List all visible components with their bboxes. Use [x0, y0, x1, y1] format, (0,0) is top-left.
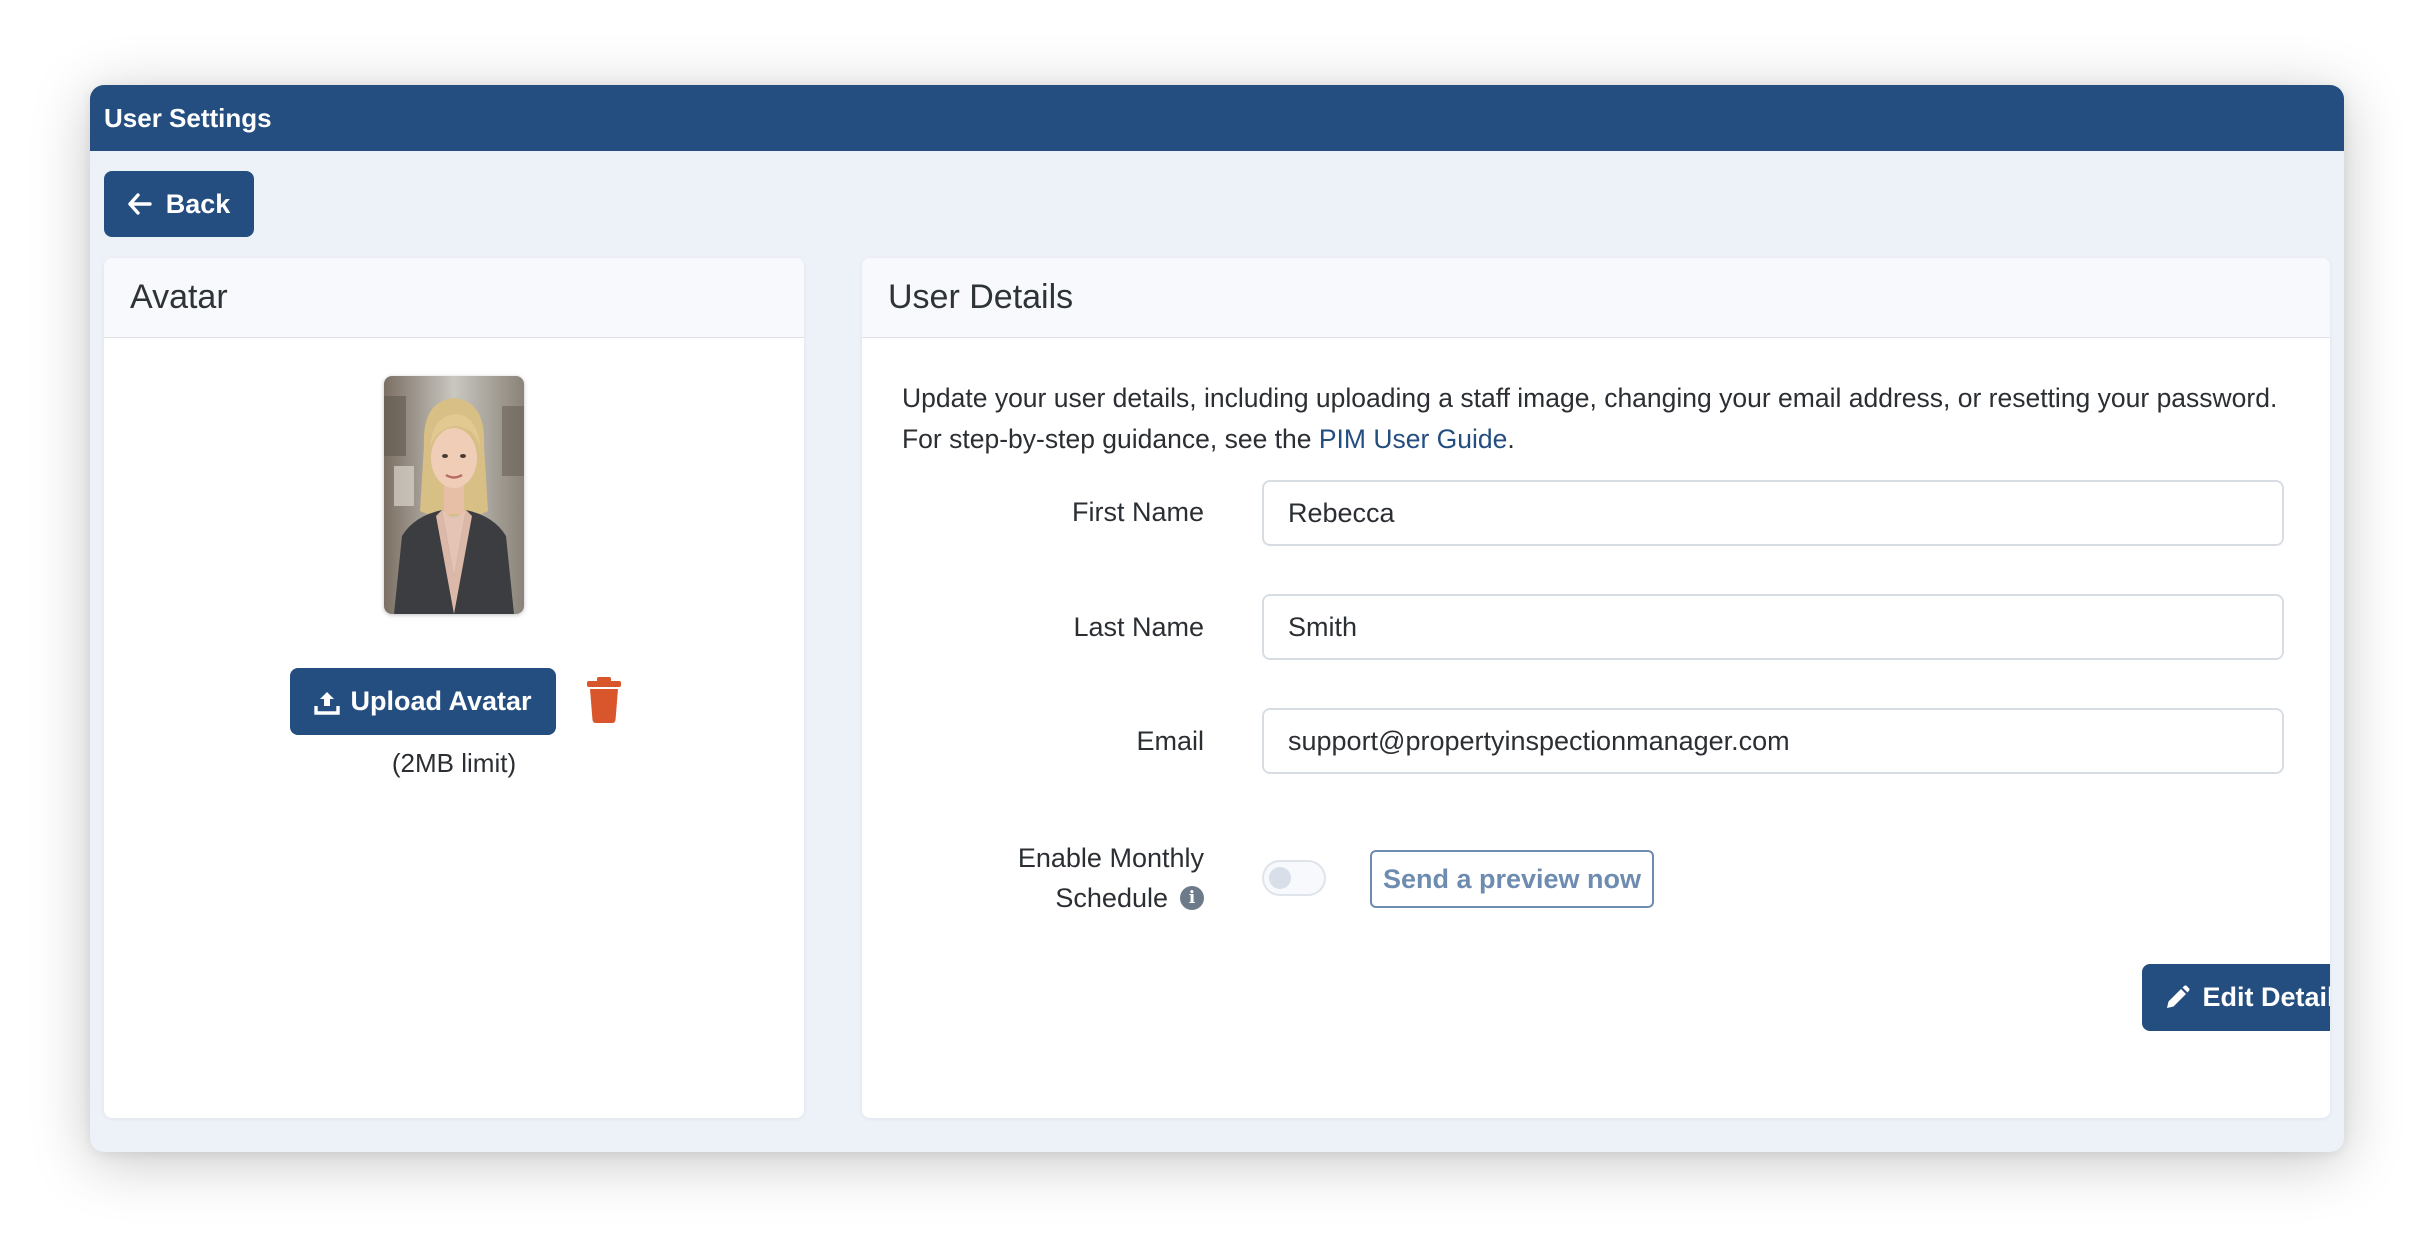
intro-end: .: [1507, 424, 1515, 454]
last-name-input[interactable]: [1262, 594, 2284, 660]
window-title: User Settings: [104, 102, 272, 133]
first-name-label: First Name: [1071, 497, 1204, 527]
monthly-schedule-label-line2-wrap: Schedule i: [862, 878, 1204, 918]
last-name-label: Last Name: [1073, 612, 1204, 642]
monthly-schedule-label-line1: Enable Monthly: [1017, 843, 1204, 873]
first-name-input[interactable]: [1262, 480, 2284, 546]
intro-text: Update your user details, including uplo…: [902, 383, 2278, 454]
monthly-schedule-label: Enable Monthly Schedule i: [862, 838, 1204, 918]
upload-icon: [314, 691, 341, 715]
back-button-label: Back: [165, 188, 231, 219]
pencil-icon: [2167, 984, 2191, 1008]
user-settings-window: User Settings Back Avatar Upload Avatar …: [90, 85, 2344, 1152]
trash-icon: [587, 677, 621, 723]
edit-details-label: Edit Details: [2202, 982, 2330, 1012]
avatar-card: Avatar Upload Avatar (2MB limit): [104, 258, 804, 1118]
back-button[interactable]: Back: [104, 171, 254, 237]
monthly-schedule-toggle[interactable]: [1262, 860, 1326, 896]
upload-avatar-label: Upload Avatar: [350, 686, 532, 716]
email-label: Email: [1136, 726, 1204, 756]
user-details-card-header: User Details: [862, 258, 2330, 338]
avatar-card-title: Avatar: [130, 278, 228, 316]
info-icon[interactable]: i: [1180, 885, 1204, 910]
delete-avatar-button[interactable]: [586, 676, 622, 724]
upload-avatar-button[interactable]: Upload Avatar: [290, 668, 556, 735]
avatar-card-header: Avatar: [104, 258, 804, 338]
user-details-intro: Update your user details, including uplo…: [902, 378, 2302, 460]
pim-user-guide-link[interactable]: PIM User Guide: [1319, 424, 1508, 454]
edit-details-button[interactable]: Edit Details: [2142, 964, 2330, 1031]
window-titlebar: User Settings: [90, 85, 2344, 151]
email-input[interactable]: [1262, 708, 2284, 774]
user-details-card-title: User Details: [888, 278, 1074, 316]
arrow-left-icon: [128, 193, 152, 215]
avatar-size-limit: (2MB limit): [391, 748, 517, 778]
monthly-schedule-label-line2: Schedule: [1055, 883, 1168, 913]
user-details-card: User Details Update your user details, i…: [862, 258, 2330, 1118]
send-preview-button[interactable]: Send a preview now: [1370, 850, 1654, 908]
avatar: [384, 376, 524, 614]
